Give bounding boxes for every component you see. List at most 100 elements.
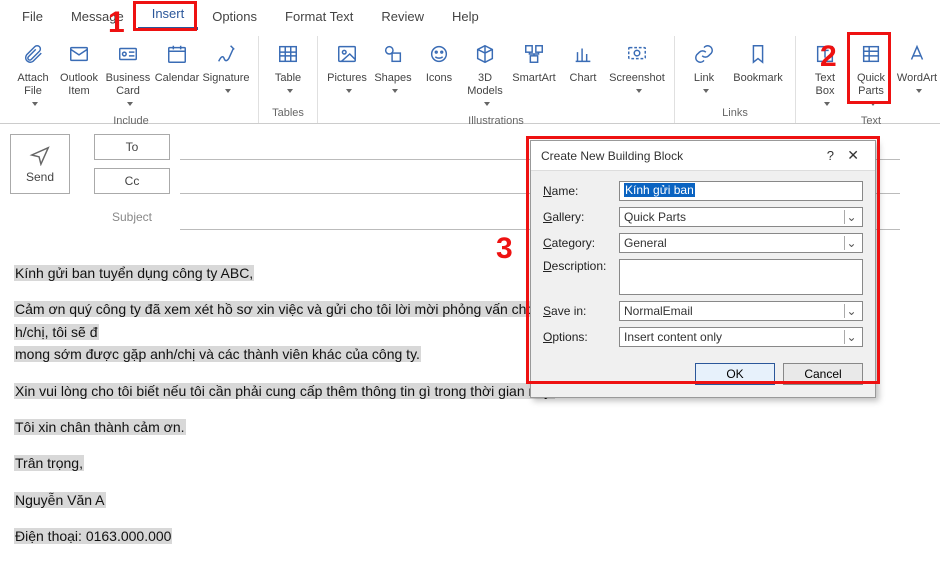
chevron-down-icon: ⌄: [844, 304, 858, 318]
image-icon: [336, 38, 358, 70]
card-icon: [116, 38, 140, 70]
dlg-category-select[interactable]: General⌄: [619, 233, 863, 253]
chevron-down-icon: ⌄: [844, 236, 858, 250]
group-label-include: Include: [113, 113, 148, 131]
smartart-label: SmartArt: [512, 72, 555, 85]
text-box-label: Text Box: [815, 72, 835, 98]
dlg-description-label: Description:: [543, 259, 619, 273]
ribbon-group-links: Link Bookmark Links: [675, 36, 796, 123]
dialog-titlebar[interactable]: Create New Building Block ? ✕: [531, 141, 875, 171]
calendar-button[interactable]: Calendar: [154, 36, 200, 87]
body-line-4: Xin vui lòng cho tôi biết nếu tôi cần ph…: [14, 383, 555, 399]
body-line-8: Điện thoại: 0163.000.000: [14, 528, 172, 544]
cc-button[interactable]: Cc: [94, 168, 170, 194]
to-button[interactable]: To: [94, 134, 170, 160]
business-card-button[interactable]: Business Card: [102, 36, 154, 113]
dialog-cancel-button[interactable]: Cancel: [783, 363, 863, 385]
dlg-savein-select[interactable]: NormalEmail⌄: [619, 301, 863, 321]
quick-parts-icon: [860, 38, 882, 70]
dlg-description-input[interactable]: [619, 259, 863, 295]
chevron-down-icon: ⌄: [844, 330, 858, 344]
shapes-icon: [382, 38, 404, 70]
ribbon-tabbar: File Message Insert Options Format Text …: [0, 0, 940, 30]
smartart-icon: [523, 38, 545, 70]
dlg-savein-label: Save in:: [543, 304, 619, 318]
calendar-label: Calendar: [155, 72, 200, 85]
business-card-label: Business Card: [106, 72, 151, 98]
chart-button[interactable]: Chart: [560, 36, 606, 87]
text-box-button[interactable]: Text Box: [802, 36, 848, 113]
screenshot-label: Screenshot: [609, 72, 665, 85]
3d-models-label: 3D Models: [467, 72, 502, 98]
send-icon: [29, 144, 51, 166]
create-building-block-dialog: Create New Building Block ? ✕ Name: Kính…: [530, 140, 876, 398]
tab-message[interactable]: Message: [57, 3, 138, 30]
wordart-icon: [906, 38, 928, 70]
screenshot-icon: [626, 38, 648, 70]
body-line-3: mong sớm được gặp anh/chị và các thành v…: [14, 346, 421, 362]
dlg-name-label: Name:: [543, 184, 619, 198]
ribbon-group-tables: Table Tables: [259, 36, 318, 123]
chevron-down-icon: ⌄: [844, 210, 858, 224]
dialog-ok-button[interactable]: OK: [695, 363, 775, 385]
signature-button[interactable]: Signature: [200, 36, 252, 100]
tab-review[interactable]: Review: [367, 3, 438, 30]
dlg-options-label: Options:: [543, 330, 619, 344]
tab-file[interactable]: File: [8, 3, 57, 30]
pictures-label: Pictures: [327, 72, 367, 85]
send-button[interactable]: Send: [10, 134, 70, 194]
table-label: Table: [275, 72, 301, 85]
3d-models-button[interactable]: 3D Models: [462, 36, 508, 113]
shapes-button[interactable]: Shapes: [370, 36, 416, 100]
dlg-gallery-select[interactable]: Quick Parts⌄: [619, 207, 863, 227]
bookmark-icon: [747, 38, 769, 70]
group-label-tables: Tables: [272, 105, 304, 123]
group-label-illustrations: Illustrations: [468, 113, 524, 131]
attach-file-button[interactable]: Attach File: [10, 36, 56, 113]
dlg-options-select[interactable]: Insert content only⌄: [619, 327, 863, 347]
bookmark-button[interactable]: Bookmark: [727, 36, 789, 87]
ribbon-group-include: Attach File Outlook Item Business Card C…: [4, 36, 259, 123]
bookmark-label: Bookmark: [733, 72, 783, 85]
quick-parts-label: Quick Parts: [857, 72, 885, 98]
ribbon-group-illustrations: Pictures Shapes Icons 3D Models SmartArt…: [318, 36, 675, 123]
pictures-button[interactable]: Pictures: [324, 36, 370, 100]
paperclip-icon: [22, 38, 44, 70]
envelope-icon: [68, 38, 90, 70]
quick-parts-button[interactable]: Quick Parts: [848, 36, 894, 113]
link-label: Link: [694, 72, 714, 85]
body-line-1: Kính gửi ban tuyển dụng công ty ABC,: [14, 265, 254, 281]
dlg-name-input[interactable]: Kính gửi ban: [619, 181, 863, 201]
table-button[interactable]: Table: [265, 36, 311, 100]
body-line-5: Tôi xin chân thành cảm ơn.: [14, 419, 186, 435]
wordart-button[interactable]: WordArt: [894, 36, 940, 100]
calendar-icon: [166, 38, 188, 70]
ribbon-group-text: Text Box Quick Parts WordArt Text: [796, 36, 940, 123]
chart-icon: [572, 38, 594, 70]
outlook-item-button[interactable]: Outlook Item: [56, 36, 102, 100]
tab-insert[interactable]: Insert: [138, 0, 199, 30]
attach-file-label: Attach File: [17, 72, 48, 98]
body-line-6: Trân trọng,: [14, 455, 84, 471]
dialog-close-button[interactable]: ✕: [841, 147, 865, 163]
signature-icon: [215, 38, 237, 70]
tab-format-text[interactable]: Format Text: [271, 3, 367, 30]
dialog-help-button[interactable]: ?: [827, 148, 834, 163]
body-line-2b: h/chị, tôi sẽ đ: [14, 324, 99, 340]
icons-icon: [428, 38, 450, 70]
dlg-category-label: Category:: [543, 236, 619, 250]
body-line-7: Nguyễn Văn A: [14, 492, 106, 508]
table-icon: [277, 38, 299, 70]
screenshot-button[interactable]: Screenshot: [606, 36, 668, 100]
send-label: Send: [26, 170, 54, 184]
link-icon: [693, 38, 715, 70]
group-label-links: Links: [722, 105, 748, 123]
icons-button[interactable]: Icons: [416, 36, 462, 87]
ribbon: Attach File Outlook Item Business Card C…: [0, 30, 940, 124]
wordart-label: WordArt: [897, 72, 937, 85]
tab-help[interactable]: Help: [438, 3, 493, 30]
cube-icon: [474, 38, 496, 70]
link-button[interactable]: Link: [681, 36, 727, 100]
tab-options[interactable]: Options: [198, 3, 271, 30]
smartart-button[interactable]: SmartArt: [508, 36, 560, 87]
